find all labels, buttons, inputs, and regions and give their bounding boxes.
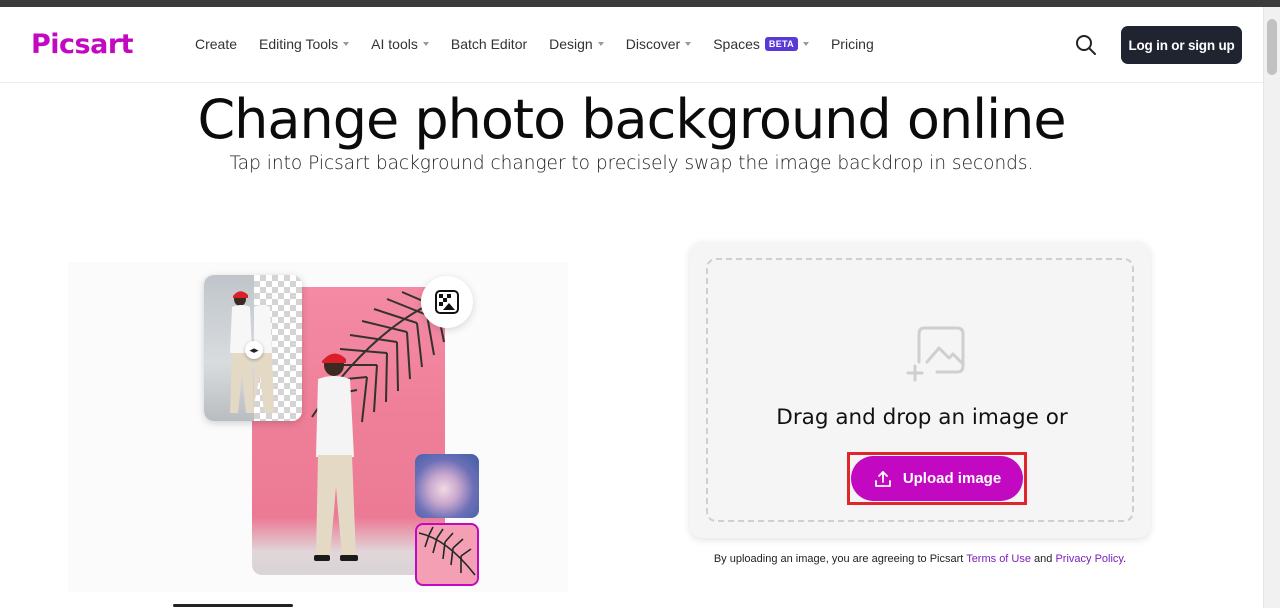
nav-item-ai-tools[interactable]: AI tools [371,36,429,52]
login-signup-button[interactable]: Log in or sign up [1121,26,1242,64]
page-title: Change photo background online [197,88,1066,151]
background-tool-icon[interactable] [421,276,473,328]
background-option-sky-thumbnail[interactable] [415,454,479,518]
terms-of-use-link[interactable]: Terms of Use [966,553,1031,565]
nav-item-batch-editor[interactable]: Batch Editor [451,36,527,52]
compare-handle-icon[interactable]: ◂▸ [245,341,263,359]
legal-text: By uploading an image, you are agreeing … [713,553,967,565]
upload-image-button[interactable]: Upload image [851,456,1023,501]
caret-down-icon [802,42,809,46]
nav-item-design[interactable]: Design [549,36,604,52]
browser-top-strip [0,0,1280,7]
nav-label: Design [549,36,593,52]
background-option-palm-thumbnail[interactable] [415,523,479,586]
caret-down-icon [597,42,604,46]
upload-card: Drag and drop an image or Upload image [690,242,1150,538]
nav-label: Create [195,36,238,52]
privacy-policy-link[interactable]: Privacy Policy [1055,553,1123,565]
nav-item-discover[interactable]: Discover [625,36,692,52]
decorative-underline [173,604,293,607]
nav-label: AI tools [371,36,418,52]
nav-item-editing-tools[interactable]: Editing Tools [259,36,350,52]
caret-down-icon [422,42,429,46]
upload-legal-notice: By uploading an image, you are agreeing … [690,553,1150,565]
page-subtitle: Tap into Picsart background changer to p… [229,153,1034,174]
add-image-icon [905,322,967,384]
nav-label: Pricing [830,36,874,52]
nav-label: Spaces [713,36,760,52]
search-icon[interactable] [1074,33,1098,57]
nav-label: Discover [625,36,681,52]
page-scrollbar[interactable] [1263,7,1280,608]
drop-instruction: Drag and drop an image or [776,405,1068,430]
nav-label: Batch Editor [450,36,528,52]
main-nav: Create Editing Tools AI tools Batch Edit… [195,36,896,52]
legal-text: . [1123,553,1127,565]
picsart-logo[interactable]: Picsart [31,29,134,60]
beta-badge: BETA [764,37,798,51]
site-header: Picsart Create Editing Tools AI tools Ba… [0,7,1263,83]
nav-item-create[interactable]: Create [195,36,237,52]
caret-down-icon [685,42,692,46]
nav-item-spaces[interactable]: Spaces BETA [713,36,809,52]
nav-label: Editing Tools [259,36,339,52]
upload-icon [874,470,891,487]
scrollbar-thumb[interactable] [1267,19,1277,75]
before-after-comparison-card: ◂▸ [204,275,302,421]
nav-item-pricing[interactable]: Pricing [831,36,874,52]
drop-zone[interactable]: Drag and drop an image or Upload image [706,258,1134,522]
caret-down-icon [343,42,350,46]
upload-button-label: Upload image [902,470,1002,487]
legal-text: and [1030,553,1056,565]
